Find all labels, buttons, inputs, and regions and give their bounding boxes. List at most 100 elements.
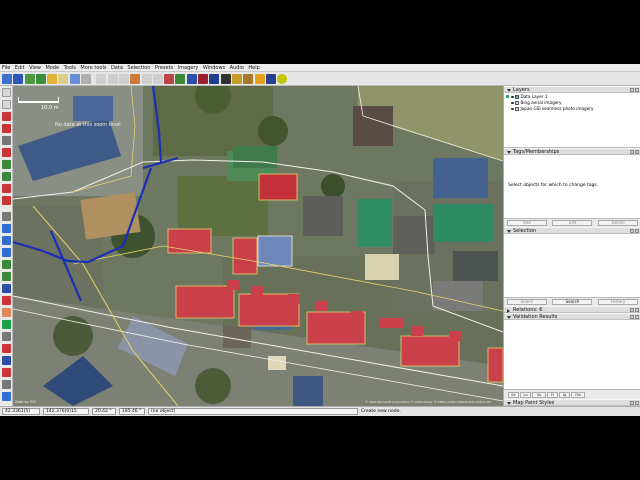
line-tool-icon[interactable]	[2, 124, 11, 133]
close-icon[interactable]	[635, 88, 639, 92]
building-icon[interactable]	[198, 73, 209, 84]
area-tool-icon[interactable]	[2, 172, 11, 181]
select-icon[interactable]	[96, 73, 107, 84]
detach-icon[interactable]	[629, 315, 634, 319]
selection-list[interactable]	[504, 234, 640, 298]
open-file-icon[interactable]	[2, 73, 12, 84]
close-icon[interactable]	[635, 308, 639, 312]
cancel-icon[interactable]	[2, 368, 11, 377]
collapse-icon[interactable]	[507, 151, 511, 154]
relation-icon[interactable]	[164, 73, 175, 84]
map-paint-panel-header[interactable]: Map Paint Styles	[504, 399, 640, 406]
collapse-icon[interactable]	[507, 402, 511, 405]
detach-icon[interactable]	[629, 150, 634, 154]
parallel-tool-icon[interactable]	[2, 148, 11, 157]
menu-help[interactable]: Help	[248, 65, 259, 71]
layer-row-data[interactable]: Data Layer 1	[506, 94, 548, 99]
notes-icon[interactable]	[2, 284, 11, 293]
fix-button[interactable]: Fi	[547, 391, 558, 398]
rotate-icon[interactable]	[141, 73, 152, 84]
map-tool-icon[interactable]	[2, 224, 11, 233]
edit-tag-button[interactable]: Edit	[552, 219, 593, 226]
relations-panel-header[interactable]: Relations: 6	[504, 306, 640, 313]
collapse-icon[interactable]	[507, 230, 511, 233]
preferences-icon[interactable]	[81, 73, 92, 84]
lookup-button[interactable]: Lo	[520, 391, 531, 398]
location-pin-icon[interactable]	[2, 344, 11, 353]
menu-data[interactable]: Data	[111, 65, 123, 71]
changeset-icon[interactable]	[2, 272, 11, 281]
layers-panel-header[interactable]: Layers	[504, 86, 640, 93]
download-icon[interactable]	[35, 73, 46, 84]
bus-icon[interactable]	[186, 73, 197, 84]
locate-icon[interactable]	[277, 73, 288, 84]
layer-row-gsi[interactable]: Japan GSI seamless photo imagery	[506, 106, 593, 111]
clock-icon[interactable]	[231, 73, 242, 84]
menu-mode[interactable]: Mode	[45, 65, 59, 71]
undo-icon[interactable]	[47, 73, 58, 84]
redo-icon[interactable]	[58, 73, 69, 84]
close-icon[interactable]	[635, 229, 639, 233]
detach-icon[interactable]	[629, 229, 634, 233]
menu-selection[interactable]: Selection	[127, 65, 150, 71]
delete-tool-icon[interactable]	[2, 136, 11, 145]
detach-icon[interactable]	[629, 401, 634, 405]
palette-icon[interactable]	[2, 380, 11, 389]
close-icon[interactable]	[635, 315, 639, 319]
collapse-icon[interactable]	[507, 316, 511, 319]
menu-file[interactable]: File	[2, 65, 10, 71]
history-button[interactable]: History	[598, 298, 639, 305]
map-view[interactable]: 10.0 m No data at this zoom level Data b…	[13, 86, 503, 406]
menu-presets[interactable]: Presets	[155, 65, 173, 71]
menu-more-tools[interactable]: More tools	[80, 65, 106, 71]
detach-icon[interactable]	[629, 308, 634, 312]
select-issue-button[interactable]: Se	[508, 391, 519, 398]
validate-icon[interactable]	[2, 320, 11, 329]
validation-list[interactable]	[504, 320, 640, 390]
add-tag-button[interactable]: Add	[506, 219, 547, 226]
close-icon[interactable]	[635, 401, 639, 405]
draw-icon[interactable]	[118, 73, 129, 84]
extrude-tool-icon[interactable]	[2, 196, 11, 205]
info-icon[interactable]	[2, 356, 11, 365]
scale-icon[interactable]	[152, 73, 163, 84]
menu-tools[interactable]: Tools	[64, 65, 76, 71]
layer-row-bing[interactable]: Bing aerial imagery	[506, 100, 562, 105]
gps-track-icon[interactable]	[2, 236, 11, 245]
layer-tool-icon[interactable]	[2, 212, 11, 221]
building-tool-icon[interactable]	[2, 160, 11, 169]
conflict-icon[interactable]	[2, 296, 11, 305]
menu-imagery[interactable]: Imagery	[178, 65, 199, 71]
gps-icon[interactable]	[254, 73, 265, 84]
menu-view[interactable]: View	[29, 65, 41, 71]
selection-panel-header[interactable]: Selection	[504, 227, 640, 234]
select-tool-icon[interactable]	[2, 88, 11, 97]
menu-edit[interactable]: Edit	[15, 65, 25, 71]
ignore-button[interactable]: Ig	[559, 391, 570, 398]
lasso-tool-icon[interactable]	[2, 100, 11, 109]
draw-tool-icon[interactable]	[2, 112, 11, 121]
chart-icon[interactable]	[243, 73, 254, 84]
zoom-icon[interactable]	[69, 73, 80, 84]
filter-icon[interactable]	[175, 73, 186, 84]
filter-tool-icon[interactable]	[2, 308, 11, 317]
tag-tool-icon[interactable]	[2, 392, 11, 401]
validate-button[interactable]: Va	[532, 391, 546, 398]
upload-icon[interactable]	[24, 73, 35, 84]
improve-way-icon[interactable]	[2, 184, 11, 193]
waypoint-icon[interactable]	[2, 248, 11, 257]
close-icon[interactable]	[635, 150, 639, 154]
zoom-in-icon[interactable]	[130, 73, 141, 84]
map-button[interactable]: Ma	[571, 391, 585, 398]
select-button[interactable]: Select	[506, 298, 547, 305]
collapse-icon[interactable]	[507, 89, 511, 92]
save-icon[interactable]	[13, 73, 24, 84]
validation-panel-header[interactable]: Validation Results	[504, 313, 640, 320]
move-icon[interactable]	[107, 73, 118, 84]
delete-tag-button[interactable]: Delete	[598, 219, 639, 226]
history-icon[interactable]	[2, 260, 11, 269]
detach-icon[interactable]	[629, 88, 634, 92]
wine-icon[interactable]	[209, 73, 220, 84]
osm-icon[interactable]	[265, 73, 276, 84]
menu-windows[interactable]: Windows	[203, 65, 225, 71]
